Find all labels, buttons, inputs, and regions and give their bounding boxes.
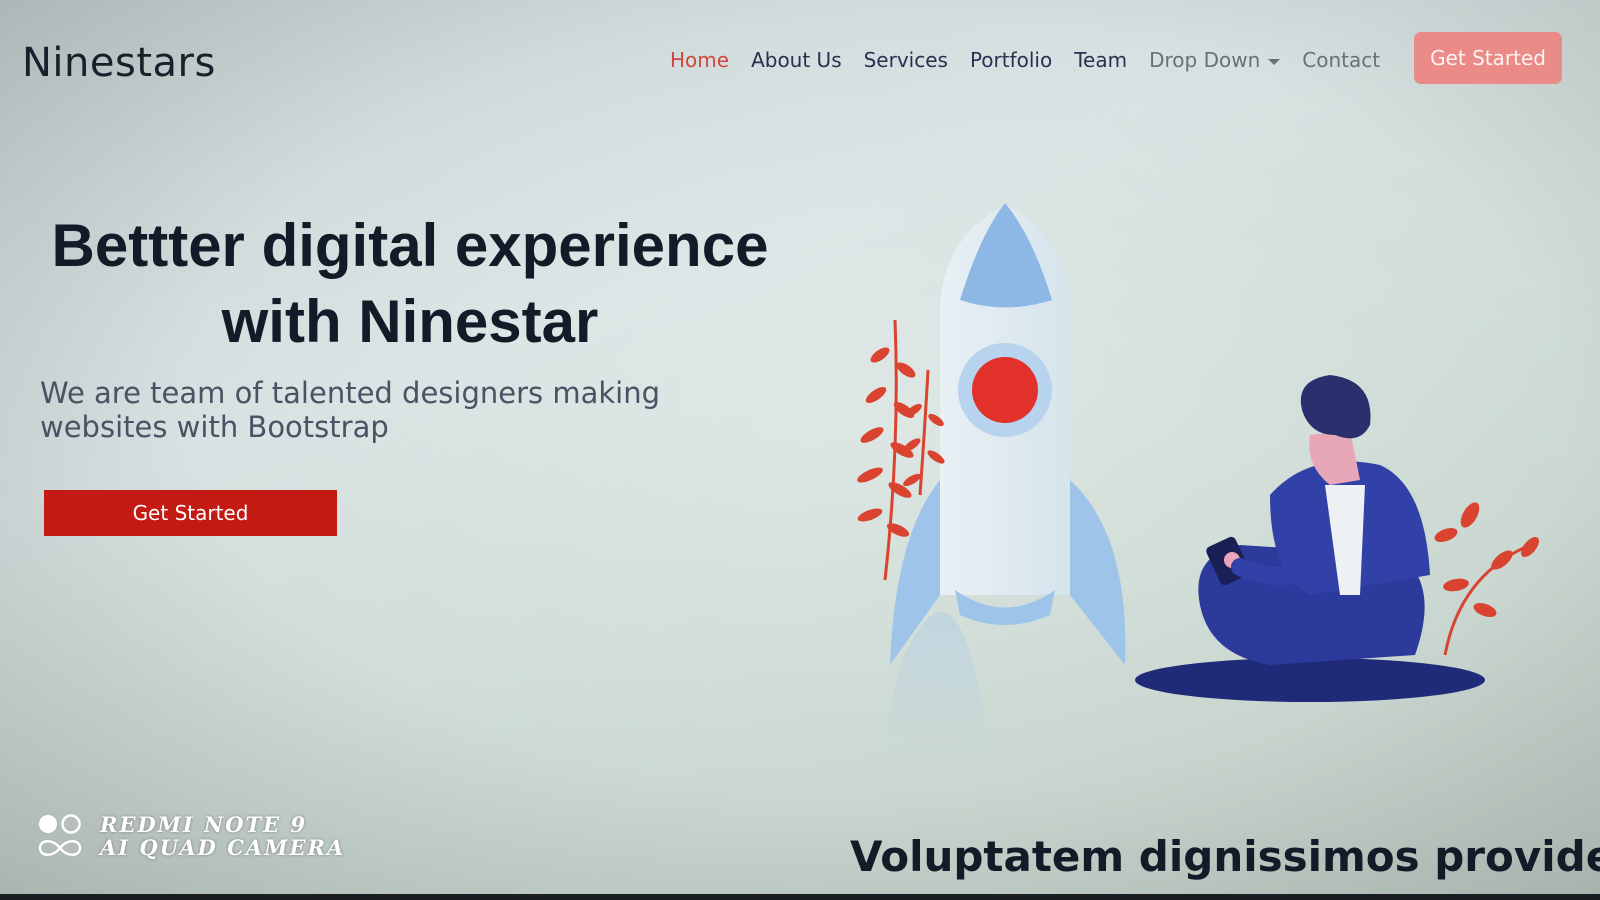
nav-services[interactable]: Services	[864, 48, 948, 72]
nav-contact[interactable]: Contact	[1302, 48, 1380, 72]
main-nav: Home About Us Services Portfolio Team Dr…	[670, 40, 1380, 80]
person-with-phone-icon	[1135, 375, 1485, 702]
screen-bezel	[0, 894, 1600, 900]
hero-title-line2: with Ninestar	[221, 288, 599, 355]
nav-drop-down[interactable]: Drop Down	[1149, 48, 1281, 72]
nav-team[interactable]: Team	[1074, 48, 1127, 72]
nav-drop-down-label: Drop Down	[1149, 48, 1261, 72]
hero-get-started-button[interactable]: Get Started	[44, 490, 337, 536]
hero-subtitle-line1: We are team of talented designers making	[40, 376, 660, 410]
watermark-text: REDMI NOTE 9 AI QUAD CAMERA	[100, 813, 345, 859]
hero-illustration	[857, 203, 1539, 755]
plant-icon	[1434, 502, 1539, 656]
caret-down-icon	[1268, 58, 1281, 65]
nav-portfolio[interactable]: Portfolio	[970, 48, 1052, 72]
camera-watermark: REDMI NOTE 9 AI QUAD CAMERA	[36, 812, 345, 860]
hero-title: Bettter digital experience with Ninestar	[40, 208, 780, 360]
hero-title-line1: Bettter digital experience	[51, 212, 769, 279]
camera-lens-icon	[38, 814, 82, 856]
hero-subtitle-line2: websites with Bootstrap	[40, 410, 389, 444]
header-get-started-button[interactable]: Get Started	[1414, 32, 1562, 84]
watermark-line1: REDMI NOTE 9	[100, 812, 308, 837]
section-title: Voluptatem dignissimos provident	[850, 832, 1600, 881]
watermark-line2: AI QUAD CAMERA	[100, 835, 346, 860]
brand-logo[interactable]: Ninestars	[22, 40, 216, 86]
hero-subtitle: We are team of talented designers making…	[40, 376, 680, 444]
nav-home[interactable]: Home	[670, 48, 729, 72]
nav-about-us[interactable]: About Us	[751, 48, 842, 72]
